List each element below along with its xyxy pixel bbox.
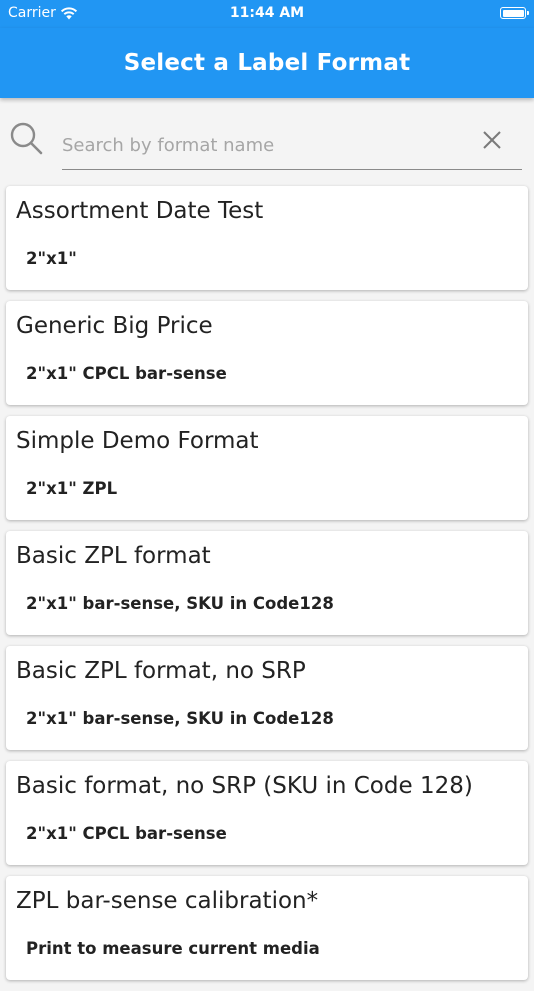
format-card[interactable]: Basic ZPL format, no SRP 2"x1" bar-sense… bbox=[6, 646, 528, 750]
format-name: Basic format, no SRP (SKU in Code 128) bbox=[16, 773, 473, 799]
format-name: Assortment Date Test bbox=[16, 198, 264, 224]
status-bar: Carrier 11:44 AM bbox=[0, 0, 534, 28]
status-time: 11:44 AM bbox=[229, 5, 305, 21]
format-description: Print to measure current media bbox=[26, 939, 320, 958]
format-name: Basic ZPL format, no SRP bbox=[16, 658, 306, 684]
app-bar: Select a Label Format bbox=[0, 28, 534, 98]
format-name: Generic Big Price bbox=[16, 313, 213, 339]
search-bar bbox=[0, 98, 534, 180]
format-card[interactable]: Basic ZPL format 2"x1" bar-sense, SKU in… bbox=[6, 531, 528, 635]
search-input[interactable] bbox=[62, 126, 522, 170]
search-icon bbox=[10, 122, 43, 155]
format-name: Basic ZPL format bbox=[16, 543, 211, 569]
battery-icon bbox=[500, 7, 529, 19]
format-card[interactable]: Generic Big Price 2"x1" CPCL bar-sense bbox=[6, 301, 528, 405]
format-description: 2"x1" bar-sense, SKU in Code128 bbox=[26, 594, 334, 613]
close-icon[interactable] bbox=[480, 128, 504, 152]
format-description: 2"x1" CPCL bar-sense bbox=[26, 364, 227, 383]
format-description: 2"x1" bar-sense, SKU in Code128 bbox=[26, 709, 334, 728]
format-card[interactable]: Basic format, no SRP (SKU in Code 128) 2… bbox=[6, 761, 528, 865]
format-card[interactable]: ZPL bar-sense calibration* Print to meas… bbox=[6, 876, 528, 980]
format-list: Assortment Date Test 2"x1" Generic Big P… bbox=[6, 186, 528, 991]
format-description: 2"x1" ZPL bbox=[26, 479, 118, 498]
page-title: Select a Label Format bbox=[123, 50, 411, 76]
format-card[interactable]: Simple Demo Format 2"x1" ZPL bbox=[6, 416, 528, 520]
format-description: 2"x1" CPCL bar-sense bbox=[26, 824, 227, 843]
format-name: ZPL bar-sense calibration* bbox=[16, 888, 319, 914]
format-card[interactable]: Assortment Date Test 2"x1" bbox=[6, 186, 528, 290]
format-description: 2"x1" bbox=[26, 249, 77, 268]
format-name: Simple Demo Format bbox=[16, 428, 259, 454]
